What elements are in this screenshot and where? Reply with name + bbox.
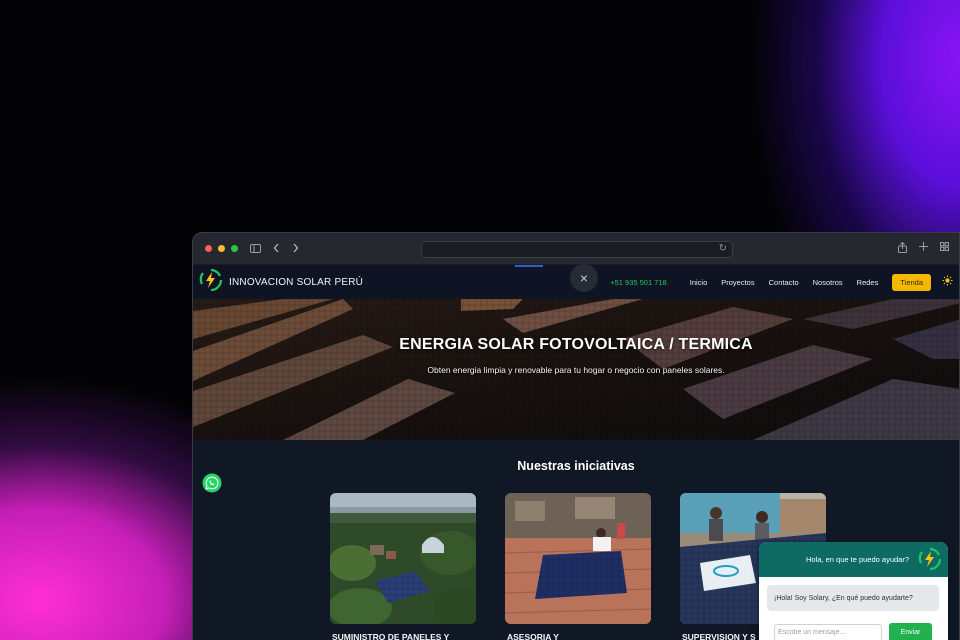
nav-link-redes[interactable]: Redes <box>857 278 879 287</box>
chat-message-input[interactable] <box>774 624 882 640</box>
browser-titlebar: ↻ <box>193 233 959 265</box>
initiative-card[interactable]: SUMINISTRO DE PANELES Y <box>330 493 476 640</box>
nav-link-contacto[interactable]: Contacto <box>769 278 799 287</box>
initiative-card[interactable]: ASESORIA Y <box>505 493 651 640</box>
nav-indicator <box>515 265 543 267</box>
forward-icon[interactable] <box>292 243 299 255</box>
sidebar-icon[interactable] <box>250 243 261 255</box>
card-image-roof-install <box>505 493 651 624</box>
brand-link[interactable]: INNOVACION SOLAR PERÚ <box>199 268 363 297</box>
whatsapp-icon[interactable] <box>202 473 222 498</box>
nav-link-proyectos[interactable]: Proyectos <box>721 278 754 287</box>
phone-link[interactable]: +51 935 501 718 <box>610 278 667 287</box>
shop-button[interactable]: Tienda <box>892 273 931 291</box>
window-controls <box>205 245 238 252</box>
card-title: SUMINISTRO DE PANELES Y <box>332 632 450 640</box>
close-icon[interactable]: × <box>570 264 598 292</box>
solar-logo-icon <box>918 547 942 576</box>
send-button[interactable]: Enviar <box>889 623 932 640</box>
maximize-window-button[interactable] <box>231 245 238 252</box>
nav-link-nosotros[interactable]: Nosotros <box>813 278 843 287</box>
tabs-overview-icon[interactable] <box>940 242 949 256</box>
brand-name: INNOVACION SOLAR PERÚ <box>229 276 364 288</box>
hero-banner: ENERGIA SOLAR FOTOVOLTAICA / TERMICA Obt… <box>193 299 959 440</box>
card-title: ASESORIA Y <box>507 632 559 640</box>
chat-body: ¡Hola! Soy Solary, ¿En qué puedo ayudart… <box>759 577 948 640</box>
hero-subtitle: Obten energia limpia y renovable para tu… <box>427 365 725 375</box>
sun-icon[interactable] <box>942 275 953 289</box>
close-window-button[interactable] <box>205 245 212 252</box>
chat-widget: Hola, en que te puedo ayudar? ¡Hola! Soy… <box>759 542 948 640</box>
section-title: Nuestras iniciativas <box>517 459 635 473</box>
address-bar[interactable]: ↻ <box>421 241 733 258</box>
new-tab-icon[interactable] <box>919 242 928 256</box>
chat-message: ¡Hola! Soy Solary, ¿En qué puedo ayudart… <box>767 585 939 611</box>
nav-link-inicio[interactable]: Inicio <box>690 278 708 287</box>
solar-logo-icon <box>199 268 223 297</box>
card-image-rainforest-panels <box>330 493 476 624</box>
chat-header[interactable]: Hola, en que te puedo ayudar? <box>759 542 948 577</box>
chat-header-text: Hola, en que te puedo ayudar? <box>806 555 909 564</box>
share-icon[interactable] <box>898 241 907 256</box>
reload-icon[interactable]: ↻ <box>719 243 727 254</box>
site-navbar: INNOVACION SOLAR PERÚ × +51 935 501 718 … <box>193 264 959 299</box>
hero-title: ENERGIA SOLAR FOTOVOLTAICA / TERMICA <box>399 336 753 353</box>
back-icon[interactable] <box>273 243 280 255</box>
minimize-window-button[interactable] <box>218 245 225 252</box>
